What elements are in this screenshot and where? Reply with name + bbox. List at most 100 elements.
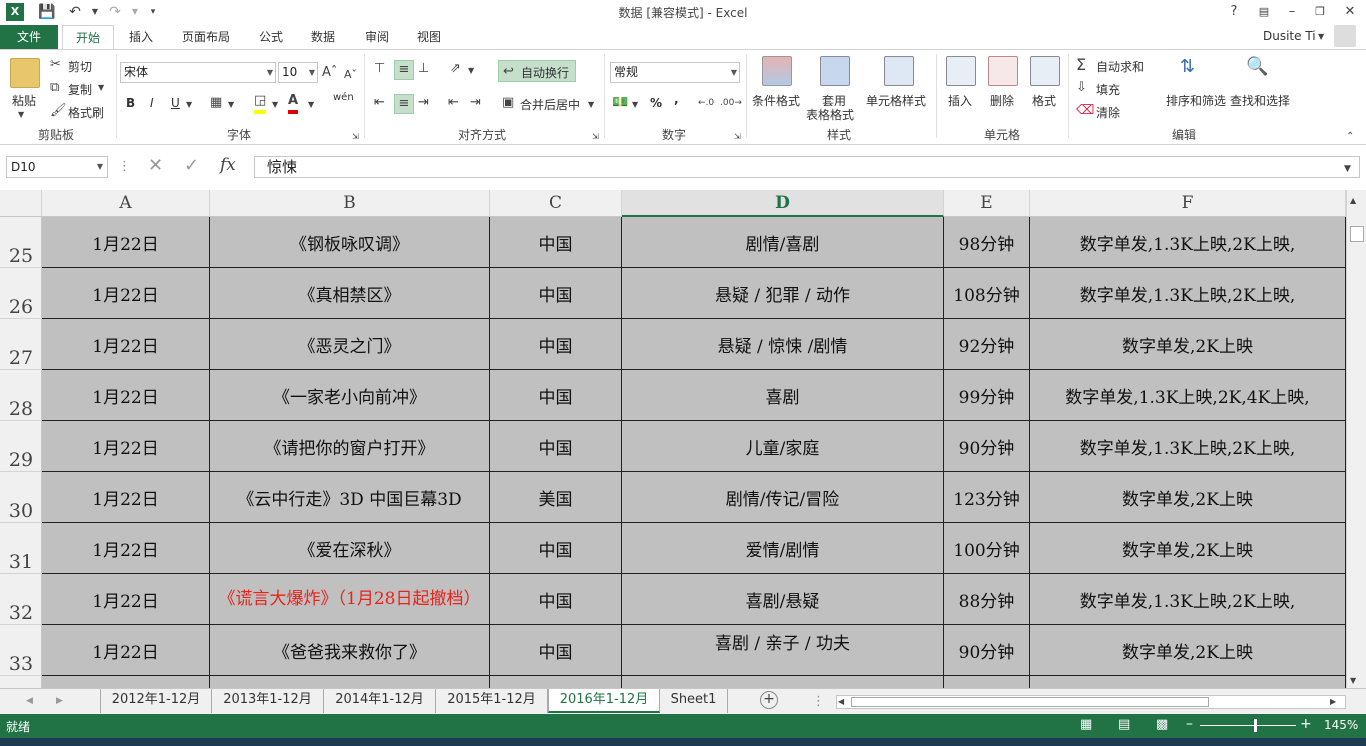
align-top-icon[interactable]: ⊤ — [374, 60, 385, 78]
find-select-icon[interactable]: 🔍 — [1246, 58, 1268, 76]
cell-c[interactable]: 中国 — [490, 268, 622, 319]
insert-cells-icon[interactable] — [946, 56, 976, 86]
sheet-tab[interactable]: Sheet1 — [660, 689, 728, 713]
cell-d[interactable]: 悬疑 / 犯罪 / 动作 — [622, 268, 944, 319]
sheet-tab[interactable]: 2015年1-12月 — [436, 689, 548, 713]
cell-b[interactable]: 《一家老小向前冲》 — [210, 370, 490, 421]
tab-page-layout[interactable]: 页面布局 — [174, 25, 238, 49]
format-cells-button[interactable]: 格式 — [1032, 92, 1056, 109]
page-layout-view-icon[interactable]: ▤ — [1118, 716, 1130, 734]
cut-icon[interactable]: ✂ — [50, 56, 61, 74]
cell-a[interactable]: 1月22日 — [42, 523, 210, 574]
select-all-corner[interactable] — [0, 190, 42, 217]
accounting-format-icon[interactable]: 💵 — [612, 94, 628, 112]
cell-a[interactable] — [42, 676, 210, 688]
row-header[interactable]: 33 — [0, 625, 42, 676]
percent-button[interactable]: % — [650, 96, 662, 110]
restore-button[interactable]: ❐ — [1308, 2, 1332, 22]
cell-e[interactable]: 98分钟 — [944, 217, 1030, 268]
close-button[interactable]: ✕ — [1338, 2, 1362, 22]
align-right-icon[interactable]: ⇥ — [418, 94, 429, 112]
font-size-select[interactable]: 10 ▼ — [278, 62, 318, 83]
row-header[interactable] — [0, 676, 42, 688]
cell-d[interactable]: 喜剧/悬疑 — [622, 574, 944, 625]
paste-dropdown-icon[interactable]: ▼ — [18, 106, 24, 124]
cell-f[interactable]: 数字单发,2K上映 — [1030, 319, 1346, 370]
cell-b[interactable]: 《爱在深秋》 — [210, 523, 490, 574]
user-dropdown-icon[interactable]: ▼ — [1318, 28, 1324, 46]
cell-f[interactable]: 数字单发,2K上映 — [1030, 625, 1346, 676]
horizontal-scrollbar[interactable] — [836, 695, 1346, 709]
format-as-table-icon[interactable] — [820, 56, 850, 86]
font-name-select[interactable]: 宋体 ▼ — [120, 62, 276, 83]
page-break-view-icon[interactable]: ▩ — [1156, 716, 1168, 734]
zoom-in-button[interactable]: + — [1300, 716, 1312, 732]
row-header[interactable]: 25 — [0, 217, 42, 268]
merge-center-icon[interactable]: ▣ — [502, 94, 514, 112]
fill-icon[interactable]: ⇩ — [1076, 79, 1087, 97]
align-middle-icon[interactable]: ≡ — [394, 60, 414, 80]
cell-c[interactable]: 中国 — [490, 217, 622, 268]
delete-cells-button[interactable]: 删除 — [990, 92, 1014, 109]
underline-dropdown-icon[interactable]: ▼ — [186, 96, 192, 114]
bold-button[interactable]: B — [126, 96, 135, 110]
cell-e[interactable]: 123分钟 — [944, 472, 1030, 523]
column-header-c[interactable]: C — [490, 190, 622, 217]
prev-sheet-icon[interactable]: ◀ — [26, 692, 33, 710]
cell-a[interactable]: 1月22日 — [42, 217, 210, 268]
wrap-text-button[interactable]: 自动换行 ↩ — [498, 60, 576, 82]
font-color-dropdown-icon[interactable]: ▼ — [308, 96, 314, 114]
ribbon-display-options-icon[interactable]: ▤ — [1252, 2, 1276, 22]
fill-button[interactable]: 填充 — [1096, 81, 1120, 98]
comma-button[interactable]: , — [674, 92, 679, 106]
decrease-decimal-icon[interactable]: .00→ — [720, 94, 742, 112]
zoom-slider-thumb[interactable] — [1254, 719, 1257, 732]
cell-e[interactable] — [944, 676, 1030, 688]
cancel-icon[interactable]: ✕ — [148, 157, 163, 175]
sort-filter-icon[interactable]: ⇅ — [1180, 58, 1195, 76]
cell-a[interactable]: 1月22日 — [42, 268, 210, 319]
delete-cells-icon[interactable] — [988, 56, 1018, 86]
name-box[interactable]: D10 ▼ — [6, 156, 108, 178]
scroll-left-icon[interactable]: ◀ — [838, 693, 844, 711]
worksheet-grid[interactable]: A B C D E F 25 1月22日 《钢板咏叹调》 中国 剧情/喜剧 98分钟 数字单… — [0, 190, 1346, 688]
row-header[interactable]: 27 — [0, 319, 42, 370]
column-header-e[interactable]: E — [944, 190, 1030, 217]
row-header[interactable]: 31 — [0, 523, 42, 574]
format-cells-icon[interactable] — [1030, 56, 1060, 86]
number-dialog-launcher-icon[interactable]: ⇲ — [734, 128, 741, 146]
fill-color-dropdown-icon[interactable]: ▼ — [272, 96, 278, 114]
cell-e[interactable]: 92分钟 — [944, 319, 1030, 370]
row-header[interactable]: 30 — [0, 472, 42, 523]
collapse-ribbon-icon[interactable]: ⌃ — [1346, 128, 1354, 146]
copy-dropdown-icon[interactable]: ▼ — [98, 79, 104, 97]
orientation-icon[interactable]: ⇗ — [450, 60, 461, 78]
vertical-scroll-thumb[interactable] — [1350, 226, 1364, 242]
cell-f[interactable]: 数字单发,2K上映 — [1030, 523, 1346, 574]
format-painter-icon[interactable]: 🖌 — [50, 102, 67, 120]
autosum-button[interactable]: 自动求和 — [1096, 58, 1144, 75]
cell-f[interactable]: 数字单发,2K上映 — [1030, 472, 1346, 523]
sheet-tab[interactable]: 2014年1-12月 — [324, 689, 436, 713]
enter-icon[interactable]: ✓ — [184, 157, 199, 175]
cell-b[interactable]: 《恶灵之门》 — [210, 319, 490, 370]
cell-d[interactable]: 喜剧 / 亲子 / 功夫 — [622, 625, 944, 676]
tab-formulas[interactable]: 公式 — [250, 25, 292, 49]
normal-view-icon[interactable]: ▦ — [1080, 716, 1092, 734]
conditional-format-button[interactable]: 条件格式 — [752, 92, 800, 109]
italic-button[interactable]: I — [150, 96, 154, 110]
cell-e[interactable]: 99分钟 — [944, 370, 1030, 421]
cell-e[interactable]: 100分钟 — [944, 523, 1030, 574]
cell-d[interactable]: 喜剧 — [622, 370, 944, 421]
tab-home[interactable]: 开始 — [62, 25, 114, 50]
cell-styles-button[interactable]: 单元格样式 — [866, 92, 926, 109]
paste-icon[interactable] — [10, 58, 40, 88]
copy-icon[interactable]: ⧉ — [50, 79, 59, 97]
cell-f[interactable] — [1030, 676, 1346, 688]
cell-d[interactable]: 爱情/剧情 — [622, 523, 944, 574]
align-bottom-icon[interactable]: ⊥ — [418, 60, 429, 78]
column-header-a[interactable]: A — [42, 190, 210, 217]
tab-insert[interactable]: 插入 — [120, 25, 162, 49]
zoom-level[interactable]: 145% — [1324, 718, 1358, 732]
scroll-up-icon[interactable]: ▲ — [1350, 192, 1356, 210]
